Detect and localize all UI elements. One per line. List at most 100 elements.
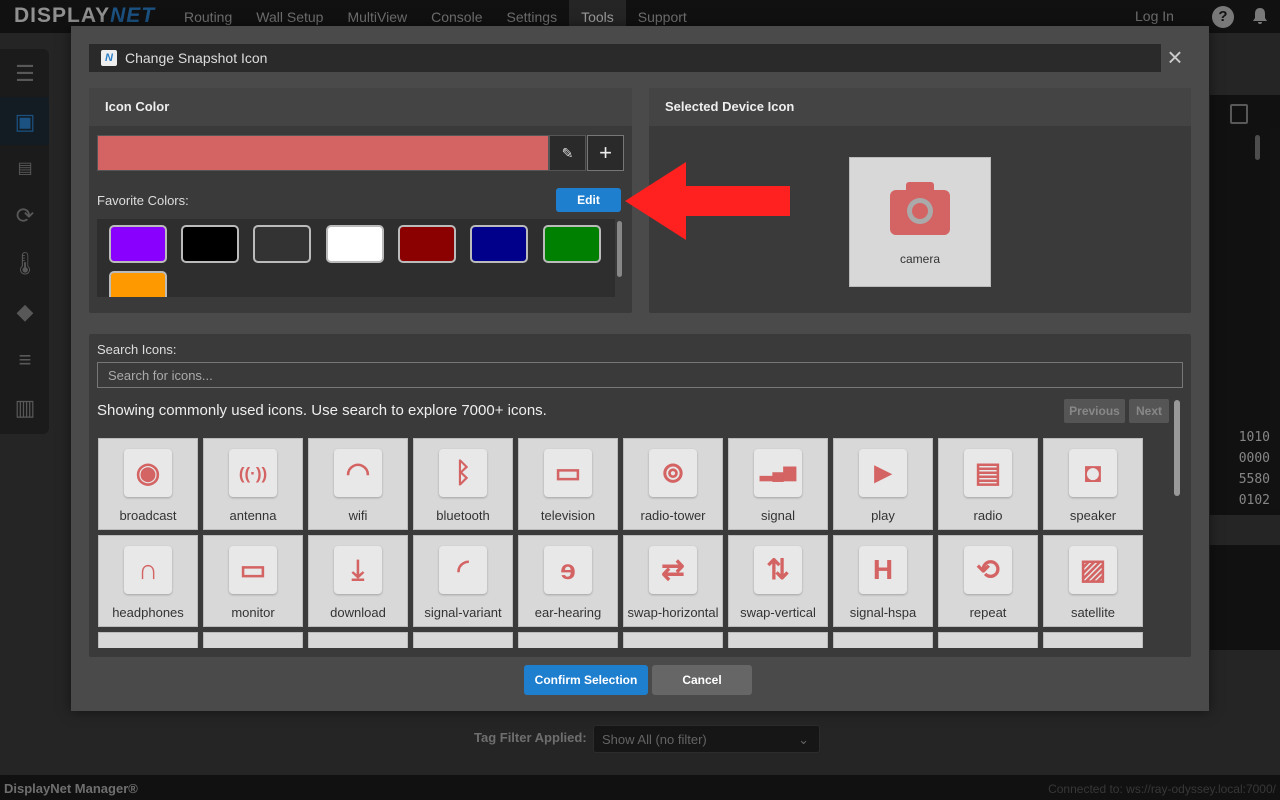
icon-tile-headphones[interactable]: ∩ headphones <box>98 535 198 627</box>
favorite-colors-list <box>97 219 615 297</box>
selected-icon-label: camera <box>899 252 940 266</box>
tag-filter-label: Tag Filter Applied: <box>474 730 587 745</box>
icon-tile-antenna[interactable]: ((·)) antenna <box>203 438 303 530</box>
icon-grid-scrollbar[interactable] <box>1174 400 1180 496</box>
app-logo: DISPLAYNET <box>14 4 156 27</box>
icon-tile[interactable] <box>413 632 513 648</box>
icon-tile[interactable] <box>98 632 198 648</box>
signal-hspa-icon: H <box>859 546 907 594</box>
icon-tile-signal-hspa[interactable]: Hsignal-hspa <box>833 535 933 627</box>
icon-tile-signal[interactable]: ▂▄▆ signal <box>728 438 828 530</box>
current-color-bar[interactable] <box>97 135 549 171</box>
sidebar: ☰ ▣ ▤ ⟳ 🌡︎ ◆ ≡ ▥ <box>0 49 49 434</box>
code-line: 0000 <box>1238 451 1270 466</box>
close-icon[interactable]: × <box>1163 44 1187 70</box>
color-swatch[interactable] <box>326 225 384 263</box>
swap-horizontal-icon: ⇄ <box>649 546 697 594</box>
icon-tile-play[interactable]: ▶ play <box>833 438 933 530</box>
footer: DisplayNet Manager® Connected to: ws://r… <box>0 775 1280 800</box>
bluetooth-icon: ᛒ <box>439 449 487 497</box>
icon-tile-monitor[interactable]: ▭ monitor <box>203 535 303 627</box>
tag-filter-select[interactable]: Show All (no filter) ⌄ <box>593 725 820 753</box>
icon-tile[interactable] <box>308 632 408 648</box>
headphones-icon: ∩ <box>124 546 172 594</box>
pencil-icon[interactable]: ✎ <box>549 135 586 171</box>
color-swatch[interactable] <box>109 271 167 297</box>
play-icon: ▶ <box>859 449 907 497</box>
ear-hearing-icon: ɘ <box>544 546 592 594</box>
icon-color-header: Icon Color <box>89 88 632 126</box>
cancel-button[interactable]: Cancel <box>652 665 752 695</box>
icon-tile[interactable] <box>833 632 933 648</box>
icon-tile-bluetooth[interactable]: ᛒ bluetooth <box>413 438 513 530</box>
search-input[interactable] <box>97 362 1183 388</box>
thermometer-icon[interactable]: 🌡︎ <box>10 249 40 279</box>
app-logo-icon: N <box>101 50 117 66</box>
icon-tile-radio-tower[interactable]: ⊚ radio-tower <box>623 438 723 530</box>
icon-tile-satellite[interactable]: ▨ satellite <box>1043 535 1143 627</box>
icon-tile-television[interactable]: ▭ television <box>518 438 618 530</box>
swap-vertical-icon: ⇅ <box>754 546 802 594</box>
tag-icon[interactable]: ◆ <box>10 297 40 327</box>
annotation-arrow-icon <box>625 162 790 240</box>
icon-tile[interactable] <box>518 632 618 648</box>
color-swatch[interactable] <box>109 225 167 263</box>
edid-icon[interactable]: ▤ <box>10 154 40 184</box>
add-color-button[interactable]: + <box>587 135 624 171</box>
refresh-icon[interactable]: ⟳ <box>10 201 40 231</box>
change-icon-modal: N Change Snapshot Icon × Icon Color ✎ + … <box>71 26 1209 711</box>
selected-icon-tile: camera <box>849 157 991 287</box>
wifi-icon: ◠ <box>334 449 382 497</box>
icon-grid: ◉ broadcast ((·)) antenna ◠ wifi ᛒ bluetooth… <box>98 438 1158 648</box>
connection-status: Connected to: ws://ray-odyssey.local:700… <box>1048 782 1276 796</box>
table-icon[interactable]: ≡ <box>10 345 40 375</box>
icon-tile-swap-vertical[interactable]: ⇅ swap-vertical <box>728 535 828 627</box>
icon-tile[interactable] <box>203 632 303 648</box>
icon-tile-ear-hearing[interactable]: ɘ ear-hearing <box>518 535 618 627</box>
next-button[interactable]: Next <box>1129 399 1169 423</box>
help-icon[interactable]: ? <box>1212 6 1234 28</box>
color-swatch[interactable] <box>543 225 601 263</box>
satellite-icon: ▨ <box>1069 546 1117 594</box>
signal-variant-icon: ◜ <box>439 546 487 594</box>
search-icons-label: Search Icons: <box>97 342 177 357</box>
modal-titlebar: N Change Snapshot Icon <box>89 44 1161 72</box>
edit-favorites-button[interactable]: Edit <box>556 188 621 212</box>
icon-tile-swap-horizontal[interactable]: ⇄ swap-horizontal <box>623 535 723 627</box>
color-swatch[interactable] <box>181 225 239 263</box>
icon-tile-broadcast[interactable]: ◉ broadcast <box>98 438 198 530</box>
snapshot-folder-icon[interactable]: ▣ <box>10 107 40 137</box>
television-icon: ▭ <box>544 449 592 497</box>
selected-device-header: Selected Device Icon <box>649 88 1191 126</box>
icon-tile-signal-variant[interactable]: ◜ signal-variant <box>413 535 513 627</box>
copy-icon[interactable] <box>1230 104 1248 124</box>
modal-title: Change Snapshot Icon <box>125 50 268 66</box>
search-icons-panel: Search Icons: Showing commonly used icon… <box>89 334 1191 657</box>
menu-icon[interactable]: ☰ <box>10 59 40 89</box>
icon-tile-repeat[interactable]: ⟲ repeat <box>938 535 1038 627</box>
broadcast-icon: ◉ <box>124 449 172 497</box>
antenna-icon: ((·)) <box>229 449 277 497</box>
radio-tower-icon: ⊚ <box>649 449 697 497</box>
color-swatch[interactable] <box>398 225 456 263</box>
confirm-selection-button[interactable]: Confirm Selection <box>524 665 648 695</box>
previous-button[interactable]: Previous <box>1064 399 1125 423</box>
icon-tile-radio[interactable]: ▤ radio <box>938 438 1038 530</box>
icon-tile[interactable] <box>623 632 723 648</box>
camera-icon <box>890 180 950 235</box>
icon-tile[interactable] <box>938 632 1038 648</box>
chevron-down-icon: ⌄ <box>798 732 809 747</box>
icon-tile[interactable] <box>1043 632 1143 648</box>
color-swatch[interactable] <box>253 225 311 263</box>
icon-tile[interactable] <box>728 632 828 648</box>
background-scrollbar[interactable] <box>1255 135 1260 160</box>
log-icon[interactable]: ▥ <box>10 393 40 423</box>
tag-filter-value: Show All (no filter) <box>602 732 707 747</box>
bell-icon[interactable] <box>1250 6 1270 26</box>
icon-tile-download[interactable]: ⤓ download <box>308 535 408 627</box>
speaker-icon: ◘ <box>1069 449 1117 497</box>
icon-tile-wifi[interactable]: ◠ wifi <box>308 438 408 530</box>
color-swatch[interactable] <box>470 225 528 263</box>
login-link[interactable]: Log In <box>1135 8 1174 24</box>
icon-tile-speaker[interactable]: ◘ speaker <box>1043 438 1143 530</box>
